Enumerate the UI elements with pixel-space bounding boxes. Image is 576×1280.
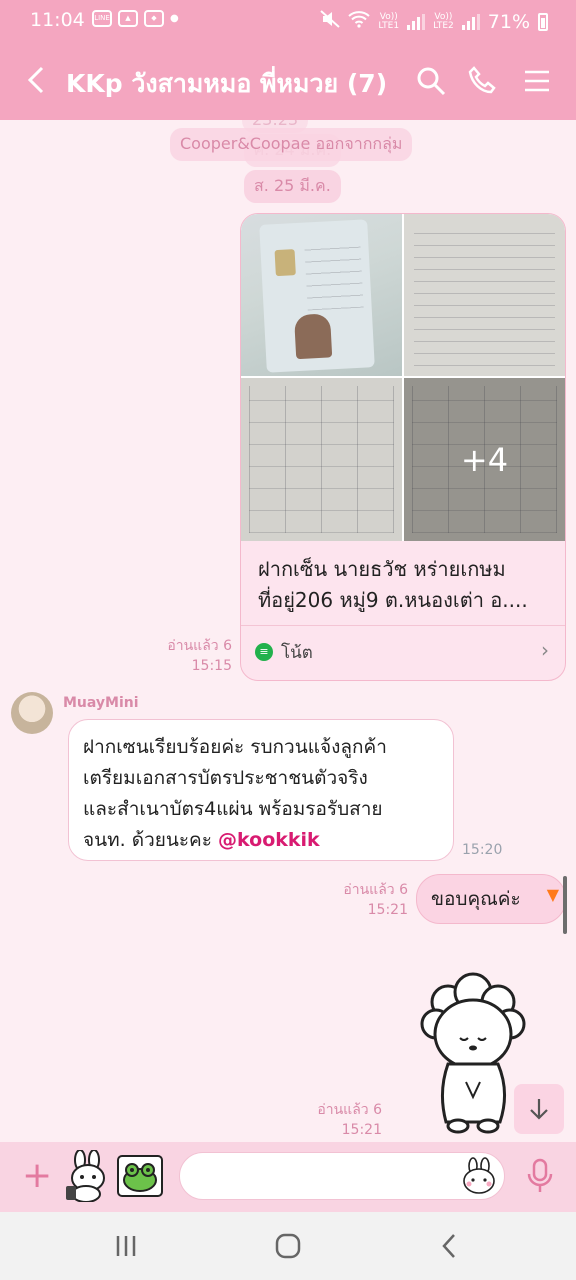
message-time: 15:21 bbox=[341, 1122, 382, 1138]
scroll-to-bottom-button[interactable] bbox=[514, 1084, 564, 1134]
phone-icon bbox=[468, 66, 496, 94]
note-message-meta: อ่านแล้ว 6 15:15 bbox=[140, 636, 232, 676]
id-card-photo[interactable] bbox=[241, 214, 402, 376]
signal-1-icon bbox=[407, 13, 426, 30]
wifi-icon bbox=[348, 10, 371, 33]
read-receipt: อ่านแล้ว 6 bbox=[317, 1102, 382, 1118]
scrollbar-thumb[interactable] bbox=[563, 876, 567, 934]
recents-icon bbox=[116, 1236, 136, 1256]
back-button[interactable] bbox=[24, 60, 48, 109]
note-caption-line-1: ฝากเซ็น นายธวัช หร่ายเกษม bbox=[258, 557, 506, 581]
mute-icon bbox=[320, 10, 341, 33]
chat-title[interactable]: KKp วังสามหมอ พี่หมวย (7) bbox=[66, 64, 387, 104]
read-receipt: อ่านแล้ว 6 bbox=[343, 882, 408, 898]
microphone-button[interactable] bbox=[526, 1156, 554, 1196]
document-photo-3[interactable]: +4 bbox=[404, 378, 565, 541]
note-caption[interactable]: ฝากเซ็น นายธวัช หร่ายเกษม ที่อยู่206 หมู… bbox=[258, 554, 551, 616]
note-footer[interactable]: ≡ โน้ต › bbox=[241, 625, 565, 680]
app-notification-icon: ◆ bbox=[144, 10, 164, 27]
sticker-emoji-button[interactable] bbox=[460, 1157, 498, 1195]
signal-2-icon bbox=[461, 13, 480, 30]
battery-percent: 71% bbox=[487, 10, 530, 33]
frog-sticker-shortcut[interactable] bbox=[116, 1150, 164, 1202]
chat-messages[interactable]: 23:23 ศ. 24 มี.ค. Cooper&Coopae ออกจากกล… bbox=[0, 120, 576, 1142]
sticker-message-meta: อ่านแล้ว 6 15:21 bbox=[292, 1100, 382, 1140]
sender-avatar[interactable] bbox=[11, 692, 53, 734]
read-receipt: อ่านแล้ว 6 bbox=[167, 638, 232, 654]
message-line-4: จนท. ด้วยนะคะ bbox=[83, 829, 219, 851]
incoming-message-time: 15:20 bbox=[462, 842, 503, 858]
message-input[interactable] bbox=[198, 1161, 452, 1193]
back-icon bbox=[442, 1234, 455, 1258]
more-notifications-dot-icon: ● bbox=[170, 13, 179, 24]
outgoing-message-bubble[interactable]: ขอบคุณค่ะ ▼ bbox=[416, 874, 566, 924]
chat-header: KKp วังสามหมอ พี่หมวย (7) bbox=[0, 42, 576, 120]
sender-name[interactable]: MuayMini bbox=[63, 695, 139, 711]
menu-button[interactable] bbox=[520, 64, 554, 98]
call-button[interactable] bbox=[466, 64, 500, 98]
system-notice: Cooper&Coopae ออกจากกลุ่ม bbox=[170, 128, 413, 161]
outgoing-message-text: ขอบคุณค่ะ bbox=[431, 888, 521, 910]
note-label: โน้ต bbox=[281, 643, 313, 663]
sim2-label: LTE2 bbox=[433, 20, 454, 31]
chevron-left-icon bbox=[27, 66, 44, 94]
plus-button[interactable]: + bbox=[22, 1156, 52, 1196]
recent-apps-button[interactable] bbox=[106, 1230, 146, 1262]
status-time: 11:04 bbox=[30, 9, 85, 31]
note-photo-grid[interactable]: +4 bbox=[241, 214, 565, 541]
date-pill: ส. 25 มี.ค. bbox=[244, 170, 341, 203]
status-bar: 11:04 LINE ▲ ◆ ● Vo)) LTE1 Vo)) LTE2 71% bbox=[0, 0, 576, 42]
message-input-bar: + bbox=[0, 1142, 576, 1212]
note-card[interactable]: +4 ฝากเซ็น นายธวัช หร่ายเกษม ที่อยู่206 … bbox=[240, 213, 566, 681]
incoming-message-bubble[interactable]: ฝากเซนเรียบร้อยค่ะ รบกวนแจ้งลูกค้า เตรีย… bbox=[68, 719, 454, 861]
chevron-right-icon: › bbox=[541, 638, 549, 662]
gallery-icon: ▲ bbox=[118, 10, 138, 27]
search-button[interactable] bbox=[414, 64, 448, 98]
carrot-emoji-icon: ▼ bbox=[546, 885, 559, 904]
line-app-icon: LINE bbox=[92, 10, 112, 27]
back-nav-button[interactable] bbox=[430, 1230, 470, 1262]
hamburger-icon bbox=[525, 70, 549, 92]
note-caption-line-2: ที่อยู่206 หมู่9 ต.หนองเต่า อ.... bbox=[258, 588, 528, 612]
message-line-3: และสำเนาบัตร4แผ่น พร้อมรอรับสาย bbox=[83, 798, 383, 820]
more-photos-count[interactable]: +4 bbox=[404, 378, 565, 541]
note-icon: ≡ bbox=[255, 643, 273, 661]
id-card-image bbox=[259, 219, 375, 373]
sim1-label: LTE1 bbox=[378, 20, 400, 31]
message-line-2: เตรียมเอกสารบัตรประชาชนตัวจริง bbox=[83, 767, 368, 789]
sheep-bow-sticker[interactable] bbox=[418, 972, 528, 1134]
system-navigation-bar bbox=[0, 1212, 576, 1280]
cony-sticker-shortcut[interactable] bbox=[62, 1150, 110, 1202]
mention-link[interactable]: @kookkik bbox=[218, 829, 320, 851]
message-time: 15:21 bbox=[367, 902, 408, 918]
document-photo-1[interactable] bbox=[404, 214, 565, 376]
message-time: 15:15 bbox=[191, 658, 232, 674]
document-photo-2[interactable] bbox=[241, 378, 402, 541]
message-field[interactable] bbox=[179, 1152, 505, 1200]
arrow-down-icon bbox=[530, 1099, 548, 1120]
message-line-1: ฝากเซนเรียบร้อยค่ะ รบกวนแจ้งลูกค้า bbox=[83, 736, 387, 758]
home-button[interactable] bbox=[268, 1230, 308, 1262]
outgoing-message-meta: อ่านแล้ว 6 15:21 bbox=[318, 880, 408, 920]
search-icon bbox=[417, 67, 446, 96]
battery-icon bbox=[538, 12, 548, 31]
home-icon bbox=[275, 1233, 301, 1259]
